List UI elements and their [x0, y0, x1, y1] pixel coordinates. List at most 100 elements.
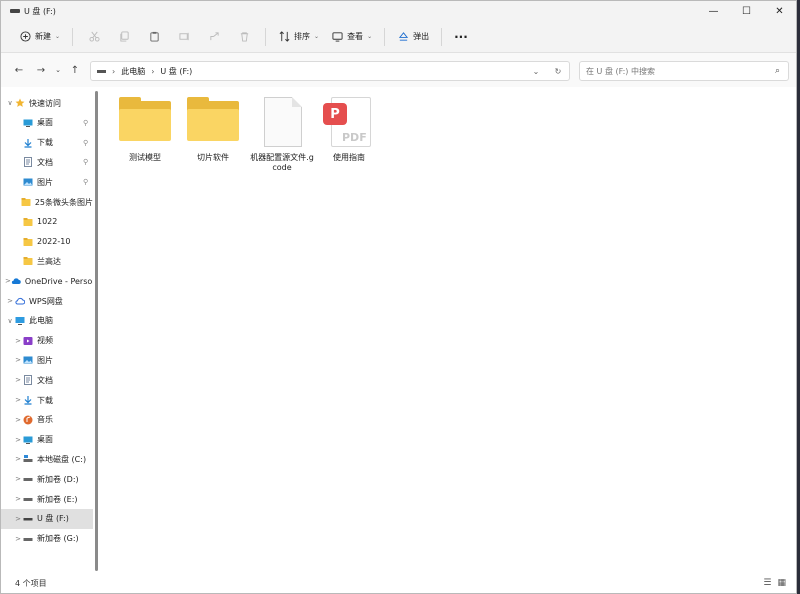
sidebar-item[interactable]: 1022: [1, 212, 93, 232]
sidebar-item[interactable]: > U 盘 (F:): [1, 508, 93, 529]
arrow-left-icon: ←: [14, 64, 24, 76]
back-button[interactable]: ←: [9, 60, 29, 80]
sidebar-item[interactable]: > 新加卷 (D:): [1, 469, 93, 489]
chevron-right-icon[interactable]: >: [13, 515, 23, 523]
file-item[interactable]: 机器配置源文件.gcode: [248, 97, 316, 173]
sidebar-item[interactable]: > 图片: [1, 350, 93, 370]
sidebar-item-label: 兰高达: [37, 256, 61, 266]
chevron-right-icon[interactable]: >: [13, 475, 23, 483]
folder-icon: [187, 97, 239, 147]
breadcrumb-usb-drive[interactable]: U 盘 (F:): [160, 66, 192, 77]
sidebar-item[interactable]: > 本地磁盘 (C:): [1, 449, 93, 469]
sidebar-item[interactable]: ∨ 快速访问: [1, 93, 93, 113]
sidebar-item[interactable]: > 新加卷 (G:): [1, 529, 93, 549]
arrow-right-icon: →: [36, 64, 46, 76]
scissors-icon: [88, 31, 100, 42]
chevron-right-icon[interactable]: >: [13, 495, 23, 503]
trash-icon: [240, 32, 248, 42]
sidebar-item[interactable]: 桌面 ⚲: [1, 113, 93, 133]
share-button[interactable]: [199, 25, 229, 49]
chevron-right-icon[interactable]: >: [13, 337, 23, 345]
address-bar[interactable]: › 此电脑 › U 盘 (F:) ⌄ ↻: [90, 61, 570, 81]
large-icons-view-icon[interactable]: ▦: [777, 578, 786, 588]
sidebar-item[interactable]: 兰高达: [1, 251, 93, 271]
copy-button[interactable]: [109, 25, 139, 49]
desktop-icon: [23, 435, 33, 445]
navigation-pane-scrollbar[interactable]: [95, 91, 98, 571]
minimize-button[interactable]: —: [697, 1, 730, 21]
chevron-right-icon[interactable]: >: [13, 376, 23, 384]
download-icon: [23, 395, 33, 405]
new-button[interactable]: 新建 ⌄: [13, 25, 66, 49]
more-button[interactable]: ···: [448, 25, 474, 49]
sidebar-item-label: 桌面: [37, 435, 53, 445]
sidebar-item[interactable]: > 桌面: [1, 430, 93, 450]
sidebar-item-label: 1022: [37, 217, 58, 227]
file-item[interactable]: PDF P 使用指南: [315, 97, 383, 163]
download-icon: [23, 138, 33, 148]
maximize-button[interactable]: ☐: [730, 1, 763, 21]
more-icon: ···: [454, 29, 468, 44]
cut-button[interactable]: [79, 25, 109, 49]
sidebar-item-label: 快速访问: [29, 98, 61, 108]
chevron-right-icon[interactable]: >: [13, 356, 23, 364]
chevron-right-icon[interactable]: >: [13, 416, 23, 424]
status-bar: 4 个项目 ☰ ▦: [1, 573, 796, 593]
document-icon: [23, 375, 33, 386]
file-item[interactable]: 测试模型: [111, 97, 179, 163]
forward-button[interactable]: →: [31, 60, 51, 80]
chevron-right-icon[interactable]: >: [13, 535, 23, 543]
folder-icon: [23, 217, 33, 227]
sidebar-item-label: 图片: [37, 355, 53, 365]
close-button[interactable]: ✕: [763, 1, 796, 21]
sidebar-item[interactable]: > 视频: [1, 331, 93, 351]
sidebar-item-label: 本地磁盘 (C:): [37, 454, 87, 464]
document-icon: [23, 157, 33, 168]
drive-icon: [23, 534, 33, 544]
breadcrumb-this-pc[interactable]: 此电脑: [121, 66, 145, 77]
chevron-right-icon[interactable]: >: [5, 297, 15, 305]
sidebar-item[interactable]: 下载 ⚲: [1, 133, 93, 153]
sidebar-item[interactable]: > 音乐: [1, 410, 93, 430]
eject-button[interactable]: 弹出: [391, 25, 435, 49]
chevron-right-icon[interactable]: >: [13, 455, 23, 463]
chevron-down-icon[interactable]: ∨: [5, 99, 15, 107]
file-item[interactable]: 切片软件: [179, 97, 247, 163]
file-explorer-window: U 盘 (F:) — ☐ ✕ 新建 ⌄ 排序 ⌄ 查看 ⌄ 弹出 ··· ← →…: [0, 0, 797, 594]
system-drive-icon: [23, 454, 33, 464]
sidebar-item[interactable]: > 文档: [1, 370, 93, 390]
rename-button[interactable]: [169, 25, 199, 49]
chevron-right-icon[interactable]: >: [13, 436, 23, 444]
sidebar-item[interactable]: >OneDrive - Personal: [1, 271, 93, 291]
chevron-down-icon[interactable]: ∨: [5, 317, 15, 325]
sidebar-item-label: 新加卷 (G:): [37, 534, 79, 544]
divider: [441, 27, 443, 46]
sidebar-item[interactable]: 2022-10: [1, 232, 93, 252]
sidebar-item[interactable]: > WPS网盘: [1, 291, 93, 311]
search-icon: ⌕: [774, 66, 780, 76]
sidebar-item[interactable]: 图片 ⚲: [1, 172, 93, 192]
file-name: 机器配置源文件.gcode: [250, 153, 314, 172]
sidebar-item[interactable]: 文档 ⚲: [1, 152, 93, 172]
sidebar-item[interactable]: > 新加卷 (E:): [1, 489, 93, 509]
search-input[interactable]: 在 U 盘 (F:) 中搜索: [586, 66, 655, 77]
sidebar-item[interactable]: > 下载: [1, 390, 93, 410]
chevron-right-icon[interactable]: >: [13, 396, 23, 404]
delete-button[interactable]: [229, 25, 259, 49]
refresh-icon[interactable]: ↻: [547, 67, 569, 76]
paste-button[interactable]: [139, 25, 169, 49]
sidebar-item[interactable]: 25条微头条图片: [1, 192, 93, 212]
folder-icon: [23, 237, 33, 247]
details-view-icon[interactable]: ☰: [763, 578, 771, 588]
up-button[interactable]: ↑: [65, 60, 85, 80]
sort-button[interactable]: 排序 ⌄: [272, 25, 325, 49]
view-label: 查看: [347, 32, 364, 41]
sidebar-item[interactable]: ∨ 此电脑: [1, 311, 93, 331]
pin-icon: ⚲: [83, 138, 89, 147]
recent-locations-button[interactable]: ⌄: [51, 60, 65, 80]
cloud-icon: [11, 276, 21, 286]
view-button[interactable]: 查看 ⌄: [325, 25, 378, 49]
eject-icon: [397, 31, 409, 43]
search-box[interactable]: 在 U 盘 (F:) 中搜索 ⌕: [579, 61, 789, 81]
chevron-down-icon[interactable]: ⌄: [525, 67, 547, 76]
